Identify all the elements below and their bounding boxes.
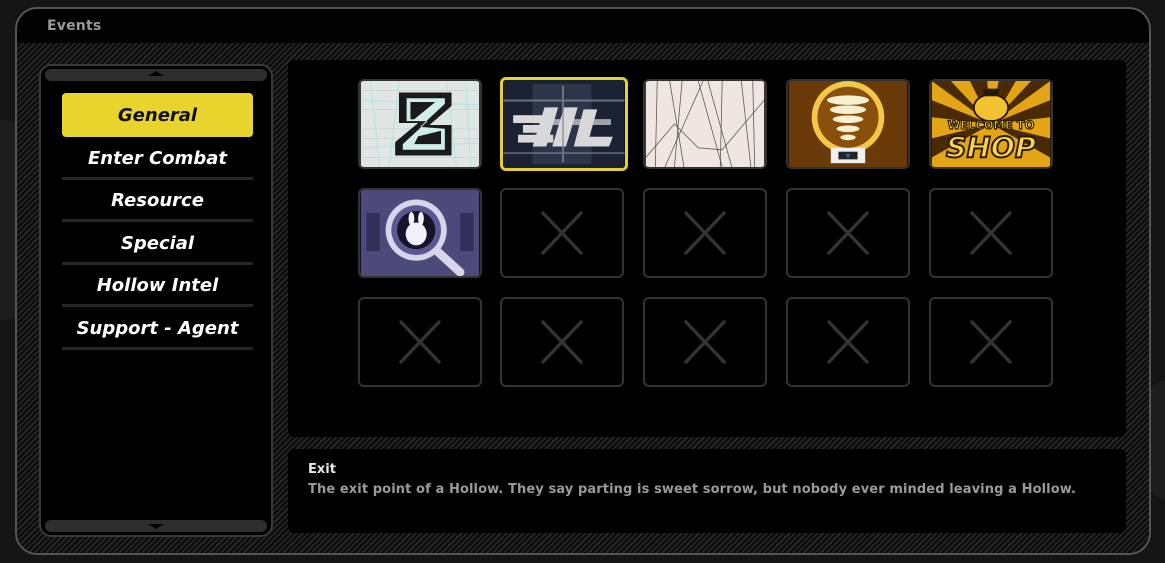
event-grid: WELCOME TO SHOP — [288, 60, 1126, 437]
category-list: General Enter Combat Resource Special Ho… — [62, 93, 253, 353]
locked-x-icon — [970, 211, 1012, 255]
event-slot-empty[interactable] — [786, 188, 910, 278]
description-panel: Exit The exit point of a Hollow. They sa… — [288, 449, 1126, 533]
locked-x-icon — [541, 211, 583, 255]
event-slot-empty[interactable] — [929, 188, 1053, 278]
event-slot-empty[interactable] — [786, 297, 910, 387]
exit-glitch-icon — [503, 80, 625, 168]
locked-x-icon — [684, 320, 726, 364]
event-slot-zzz-logo[interactable] — [358, 79, 482, 169]
category-general[interactable]: General — [62, 93, 253, 137]
description-text: The exit point of a Hollow. They say par… — [308, 482, 1077, 497]
category-support-agent[interactable]: Support - Agent — [62, 310, 253, 350]
chevron-down-icon — [148, 524, 164, 529]
locked-x-icon — [827, 320, 869, 364]
description-title: Exit — [308, 462, 336, 477]
event-slot-lines[interactable] — [643, 79, 767, 169]
event-slot-empty[interactable] — [643, 297, 767, 387]
category-special[interactable]: Special — [62, 225, 253, 265]
event-slot-hollow-intel[interactable] — [358, 188, 482, 278]
event-slot-empty[interactable] — [500, 188, 624, 278]
event-slot-exit[interactable] — [500, 77, 628, 171]
lines-pattern-icon — [645, 81, 765, 167]
category-enter-combat[interactable]: Enter Combat — [62, 140, 253, 180]
event-slot-lightbulb[interactable] — [786, 79, 910, 169]
category-hollow-intel[interactable]: Hollow Intel — [62, 267, 253, 308]
shop-line2: SHOP — [946, 130, 1036, 164]
event-slot-empty[interactable] — [929, 297, 1053, 387]
event-slot-empty[interactable] — [643, 188, 767, 278]
lightbulb-icon — [788, 81, 908, 167]
event-slot-empty[interactable] — [500, 297, 624, 387]
event-slot-empty[interactable] — [358, 297, 482, 387]
chevron-up-icon — [148, 71, 164, 76]
category-resource[interactable]: Resource — [62, 182, 253, 223]
locked-x-icon — [827, 211, 869, 255]
magnifier-bangboo-icon — [360, 190, 480, 276]
scroll-up-button[interactable] — [45, 69, 267, 81]
welcome-to-shop-icon: WELCOME TO SHOP — [931, 81, 1051, 167]
window-title: Events — [47, 18, 102, 34]
locked-x-icon — [684, 211, 726, 255]
zzz-logo-icon — [360, 81, 480, 167]
locked-x-icon — [541, 320, 583, 364]
locked-x-icon — [399, 320, 441, 364]
locked-x-icon — [970, 320, 1012, 364]
category-sidebar: General Enter Combat Resource Special Ho… — [39, 64, 273, 537]
events-window: Events General Enter Combat Resource Spe… — [15, 7, 1151, 555]
scroll-down-button[interactable] — [45, 520, 267, 532]
event-slot-shop[interactable]: WELCOME TO SHOP — [929, 79, 1053, 169]
